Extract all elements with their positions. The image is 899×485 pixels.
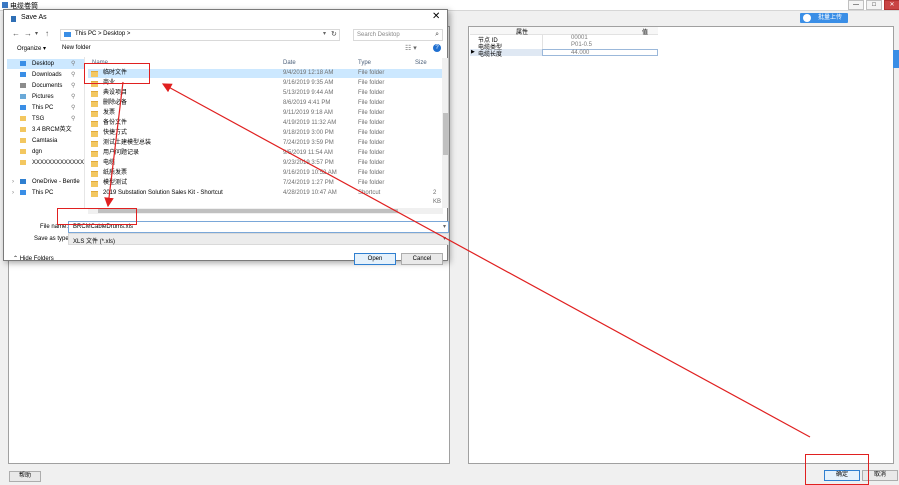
arrow-ok-to-folder <box>161 83 811 438</box>
arrow-folder-to-filename <box>104 81 124 208</box>
annotation-arrows <box>104 81 811 438</box>
